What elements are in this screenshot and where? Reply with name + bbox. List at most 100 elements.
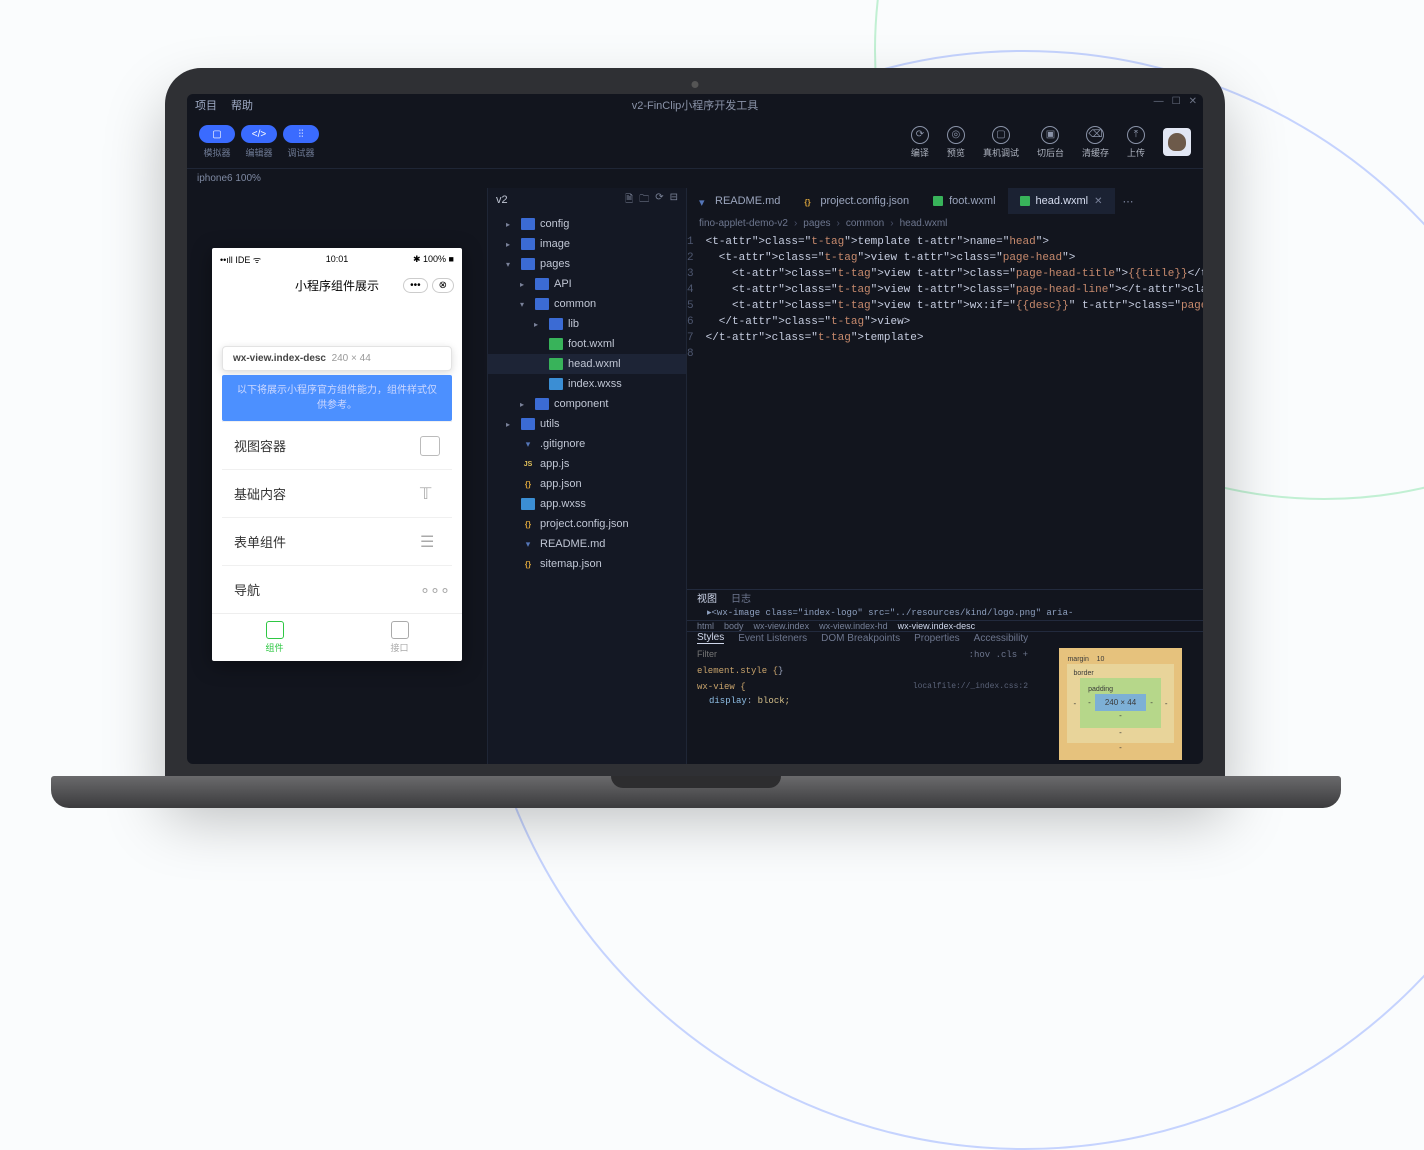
code-body[interactable]: <t-attr">class="t-tag">template t-attr">… bbox=[702, 232, 1203, 589]
action-compile[interactable]: ⟳编译 bbox=[911, 126, 929, 159]
styles-tab[interactable]: Accessibility bbox=[974, 633, 1028, 644]
laptop-mockup: 项目 帮助 v2-FinClip小程序开发工具 — ☐ ✕ ▢ 模拟器 bbox=[165, 68, 1225, 788]
device-zoom[interactable]: 100% bbox=[235, 173, 261, 184]
action-upload[interactable]: ⤒上传 bbox=[1127, 126, 1145, 159]
tree-node[interactable]: ▸API bbox=[488, 274, 686, 294]
tree-node[interactable]: ▾common bbox=[488, 294, 686, 314]
tree-node[interactable]: app.json bbox=[488, 474, 686, 494]
box-model: margin 10 border - padding - 240 × 44 bbox=[1038, 644, 1203, 764]
phone-statusbar: ••ıll IDE ᯤ 10:01 ✱ 100% ■ bbox=[212, 248, 462, 270]
styles-filter[interactable] bbox=[697, 648, 969, 660]
menu-project[interactable]: 项目 bbox=[195, 97, 217, 113]
dom-breadcrumb: html body wx-view.index wx-view.index-hd wx-… bbox=[687, 620, 1203, 631]
box-icon bbox=[420, 436, 440, 456]
editor-panel: README.mdproject.config.jsonfoot.wxmlhea… bbox=[687, 188, 1203, 764]
tree-node[interactable]: ▾pages bbox=[488, 254, 686, 274]
tree-node[interactable]: head.wxml bbox=[488, 354, 686, 374]
action-background[interactable]: ▣切后台 bbox=[1037, 126, 1064, 159]
crumb-item[interactable]: common bbox=[846, 218, 884, 229]
capsule-close[interactable]: ⊗ bbox=[432, 278, 454, 293]
node-crumb[interactable]: wx-view.index-hd bbox=[819, 621, 888, 631]
node-crumb[interactable]: html bbox=[697, 621, 714, 631]
tree-node[interactable]: ▸config bbox=[488, 214, 686, 234]
tab-api[interactable]: 接口 bbox=[337, 614, 462, 661]
tab-components[interactable]: 组件 bbox=[212, 614, 337, 661]
window-controls: — ☐ ✕ bbox=[1154, 96, 1197, 107]
inspector-tooltip: wx-view.index-desc 240 × 44 bbox=[222, 346, 452, 371]
toolbar-actions: ⟳编译 ◎预览 ▢真机调试 ▣切后台 ⌫清缓存 ⤒上传 bbox=[911, 126, 1191, 159]
phone-tabbar: 组件 接口 bbox=[212, 613, 462, 661]
tree-node[interactable]: foot.wxml bbox=[488, 334, 686, 354]
breadcrumb: fino-applet-demo-v2›pages›common›head.wx… bbox=[687, 214, 1203, 232]
menu-bar: 项目 帮助 v2-FinClip小程序开发工具 — ☐ ✕ bbox=[187, 94, 1203, 116]
devtools-tab-log[interactable]: 日志 bbox=[731, 590, 751, 605]
editor-tab[interactable]: README.md bbox=[687, 188, 792, 214]
tree-node[interactable]: ▸component bbox=[488, 394, 686, 414]
tree-node[interactable]: app.wxss bbox=[488, 494, 686, 514]
new-folder-icon[interactable]: 🗀 bbox=[639, 192, 649, 209]
tree-node[interactable]: README.md bbox=[488, 534, 686, 554]
code-editor[interactable]: 12345678 <t-attr">class="t-tag">template… bbox=[687, 232, 1203, 589]
action-remote-debug[interactable]: ▢真机调试 bbox=[983, 126, 1019, 159]
crumb-item[interactable]: pages bbox=[803, 218, 830, 229]
file-explorer: v2 🗎 🗀 ⟳ ⊟ ▸config▸image▾pages▸API▾commo… bbox=[487, 188, 687, 764]
tab-overflow[interactable]: ⋯ bbox=[1115, 188, 1142, 214]
devtools-top-tabs: 视图 日志 bbox=[687, 590, 1203, 605]
tree-node[interactable]: index.wxss bbox=[488, 374, 686, 394]
minimize-icon[interactable]: — bbox=[1154, 96, 1164, 107]
styles-tab[interactable]: Event Listeners bbox=[738, 633, 807, 644]
styles-tab[interactable]: DOM Breakpoints bbox=[821, 633, 900, 644]
styles-tab[interactable]: Styles bbox=[697, 632, 724, 644]
menu-row-form[interactable]: 表单组件☰ bbox=[222, 517, 452, 565]
editor-tab[interactable]: head.wxml✕ bbox=[1008, 188, 1115, 214]
tree-node[interactable]: ▸utils bbox=[488, 414, 686, 434]
avatar[interactable] bbox=[1163, 128, 1191, 156]
crumb-item[interactable]: head.wxml bbox=[900, 218, 948, 229]
action-clear-cache[interactable]: ⌫清缓存 bbox=[1082, 126, 1109, 159]
mode-simulator[interactable]: ▢ 模拟器 bbox=[199, 125, 235, 159]
capsule-menu[interactable]: ••• bbox=[403, 278, 428, 293]
device-bar: iphone6 100% bbox=[187, 168, 1203, 188]
mode-editor[interactable]: </> 编辑器 bbox=[241, 125, 277, 159]
menu-row-view-container[interactable]: 视图容器 bbox=[222, 421, 452, 469]
simulator-panel: ••ıll IDE ᯤ 10:01 ✱ 100% ■ 小程序组件展示 ••• ⊗ bbox=[187, 188, 487, 764]
line-gutter: 12345678 bbox=[687, 232, 702, 589]
tree-node[interactable]: project.config.json bbox=[488, 514, 686, 534]
new-file-icon[interactable]: 🗎 bbox=[625, 192, 633, 209]
maximize-icon[interactable]: ☐ bbox=[1172, 96, 1181, 107]
close-tab-icon[interactable]: ✕ bbox=[1094, 196, 1102, 207]
laptop-base bbox=[51, 776, 1341, 808]
api-icon bbox=[391, 621, 409, 639]
styles-tabs: Styles Event Listeners DOM Breakpoints Prop… bbox=[687, 631, 1203, 644]
grid-icon bbox=[266, 621, 284, 639]
project-root: v2 bbox=[496, 194, 508, 206]
device-name[interactable]: iphone6 bbox=[197, 173, 233, 184]
menu-help[interactable]: 帮助 bbox=[231, 97, 253, 113]
close-icon[interactable]: ✕ bbox=[1189, 96, 1197, 107]
tree-node[interactable]: sitemap.json bbox=[488, 554, 686, 574]
menu-row-nav[interactable]: 导航∘∘∘ bbox=[222, 565, 452, 613]
collapse-icon[interactable]: ⊟ bbox=[670, 192, 678, 209]
styles-rules[interactable]: :hov .cls + element.style {}</span><span… bbox=[687, 644, 1038, 764]
node-crumb[interactable]: wx-view.index-desc bbox=[898, 621, 976, 631]
editor-tab[interactable]: project.config.json bbox=[792, 188, 921, 214]
inspected-element[interactable]: 以下将展示小程序官方组件能力，组件样式仅供参考。 bbox=[222, 375, 452, 421]
ide-screen: 项目 帮助 v2-FinClip小程序开发工具 — ☐ ✕ ▢ 模拟器 bbox=[187, 94, 1203, 764]
mode-debugger[interactable]: ⫶⫶ 调试器 bbox=[283, 125, 319, 159]
tree-node[interactable]: .gitignore bbox=[488, 434, 686, 454]
devtools-tab-view[interactable]: 视图 bbox=[697, 590, 717, 605]
refresh-icon[interactable]: ⟳ bbox=[655, 192, 663, 209]
tree-node[interactable]: ▸image bbox=[488, 234, 686, 254]
styles-toggles[interactable]: :hov .cls + bbox=[969, 648, 1028, 662]
node-crumb[interactable]: body bbox=[724, 621, 744, 631]
node-crumb[interactable]: wx-view.index bbox=[754, 621, 810, 631]
styles-tab[interactable]: Properties bbox=[914, 633, 960, 644]
crumb-item[interactable]: fino-applet-demo-v2 bbox=[699, 218, 788, 229]
action-preview[interactable]: ◎预览 bbox=[947, 126, 965, 159]
tree-node[interactable]: ▸lib bbox=[488, 314, 686, 334]
tree-node[interactable]: app.js bbox=[488, 454, 686, 474]
menu-row-basic-content[interactable]: 基础内容𝕋 bbox=[222, 469, 452, 517]
editor-tab[interactable]: foot.wxml bbox=[921, 188, 1007, 214]
phone-body: wx-view.index-desc 240 × 44 以下将展示小程序官方组件… bbox=[212, 300, 462, 613]
dom-tree[interactable]: ▸<wx-image class="index-logo" src="../re… bbox=[687, 605, 1203, 620]
